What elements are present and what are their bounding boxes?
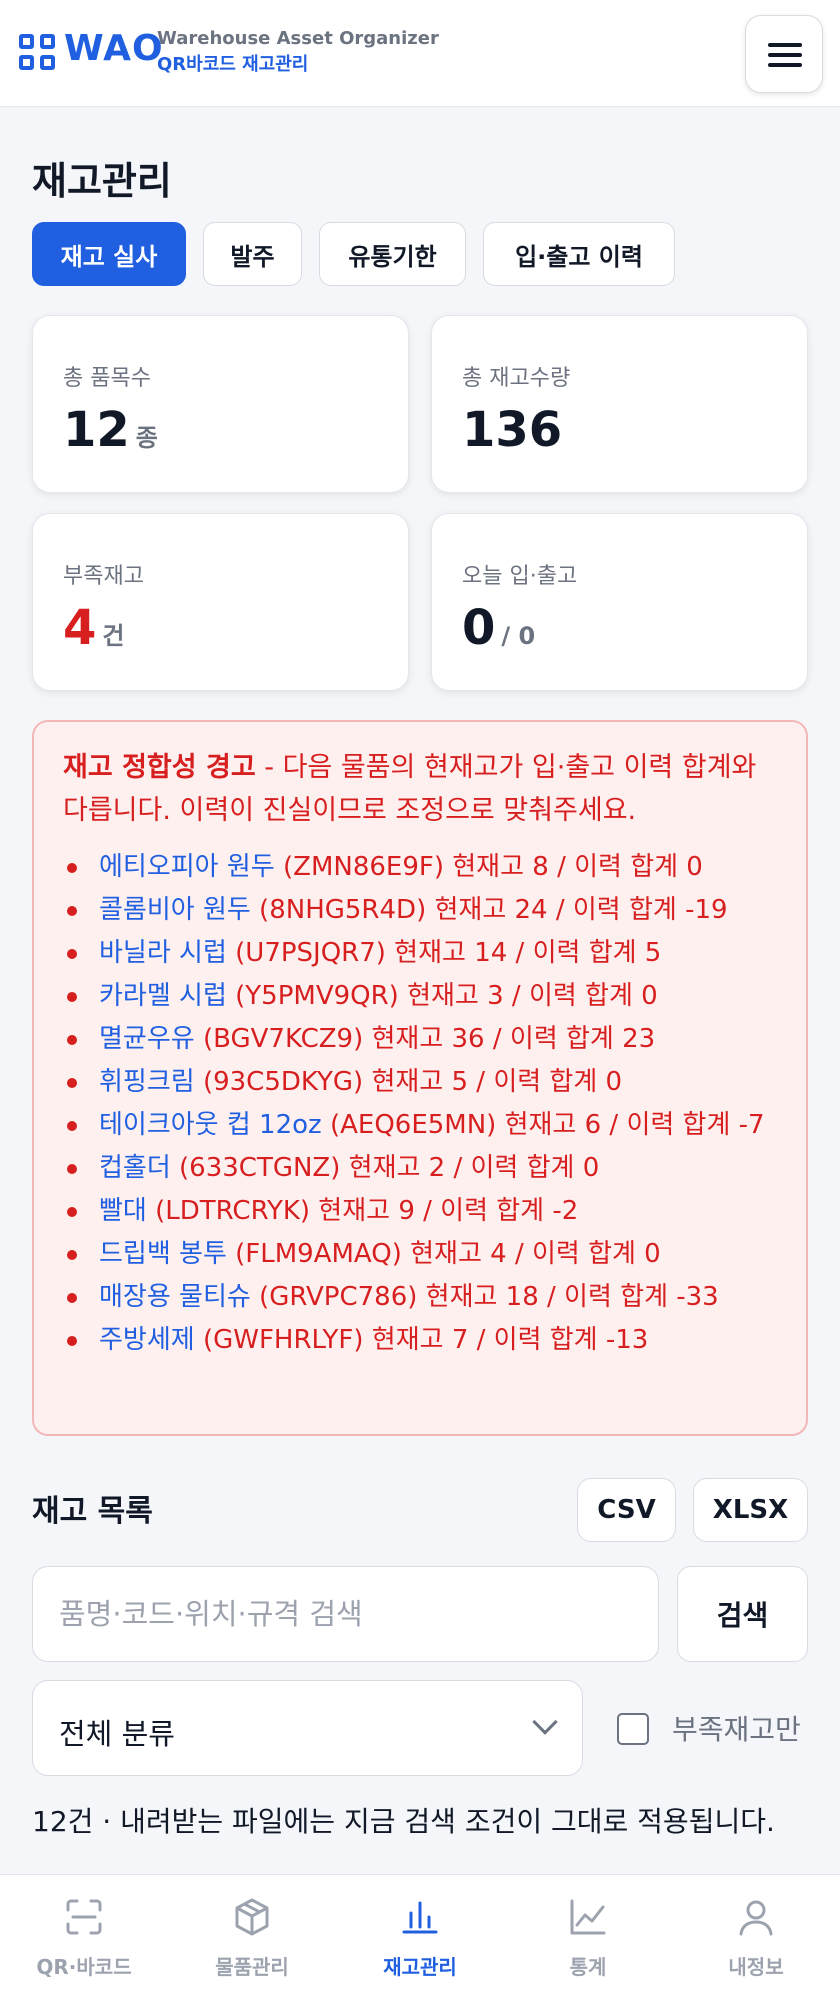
nav-item-qr-barcode[interactable]: QR·바코드 <box>0 1875 168 2000</box>
category-select-value: 전체 분류 <box>59 1717 175 1751</box>
tab-inventory-audit[interactable]: 재고 실사 <box>32 222 186 286</box>
alert-item-link[interactable]: 카라멜 시럽 <box>99 981 227 1011</box>
hamburger-menu-icon <box>768 43 802 47</box>
bottom-navigation: QR·바코드 물품관리 재고관리 통계 내정보 <box>0 1874 840 2000</box>
alert-title: 재고 정합성 경고 <box>63 752 256 783</box>
nav-label: QR·바코드 <box>36 1955 132 1979</box>
alert-item: 빨대 (LDTRCRYK) 현재고 9 / 이력 합계 -2 <box>63 1190 783 1233</box>
hamburger-menu-button[interactable] <box>745 15 823 93</box>
stat-card-today-io: 오늘 입·출고 0/ 0 <box>431 513 808 691</box>
alert-item-link[interactable]: 드립백 봉투 <box>99 1239 227 1269</box>
stat-value: 4건 <box>63 600 125 656</box>
alert-item: 콜롬비아 원두 (8NHG5R4D) 현재고 24 / 이력 합계 -19 <box>63 889 783 932</box>
nav-item-my-info[interactable]: 내정보 <box>672 1875 840 2000</box>
alert-item-link[interactable]: 컵홀더 <box>99 1153 171 1183</box>
alert-item-link[interactable]: 매장용 물티슈 <box>99 1282 251 1312</box>
alert-item: 멸균우유 (BGV7KCZ9) 현재고 36 / 이력 합계 23 <box>63 1018 783 1061</box>
integrity-warning-alert: 재고 정합성 경고 - 다음 물품의 현재고가 입·출고 이력 합계와 다릅니다… <box>32 720 808 1436</box>
result-count-text: 12건 · 내려받는 파일에는 지금 검색 조건이 그대로 적용됩니다. <box>32 1805 775 1838</box>
alert-message: 재고 정합성 경고 - 다음 물품의 현재고가 입·출고 이력 합계와 다릅니다… <box>63 752 757 826</box>
csv-download-button[interactable]: CSV <box>577 1478 676 1542</box>
logo-text: WAO <box>64 28 164 69</box>
app-header: WAO Warehouse Asset Organizer QR바코드 재고관리 <box>0 0 840 107</box>
low-stock-only-label[interactable]: 부족재고만 <box>672 1708 801 1748</box>
tab-order[interactable]: 발주 <box>203 222 302 286</box>
chevron-down-icon <box>532 1709 558 1735</box>
nav-label: 물품관리 <box>215 1955 289 1979</box>
xlsx-download-button[interactable]: XLSX <box>693 1478 808 1542</box>
line-chart-icon <box>570 1899 606 1935</box>
stat-value: 12 종 <box>63 402 158 458</box>
nav-item-items[interactable]: 물품관리 <box>168 1875 336 2000</box>
search-button[interactable]: 검색 <box>677 1566 808 1662</box>
alert-item: 카라멜 시럽 (Y5PMV9QR) 현재고 3 / 이력 합계 0 <box>63 975 783 1018</box>
alert-item-link[interactable]: 에티오피아 원두 <box>99 852 275 882</box>
alert-item: 휘핑크림 (93C5DKYG) 현재고 5 / 이력 합계 0 <box>63 1061 783 1104</box>
stat-card-total-items: 총 품목수 12 종 <box>32 315 409 493</box>
nav-label: 재고관리 <box>383 1955 457 1979</box>
stat-card-total-qty: 총 재고수량 136 <box>431 315 808 493</box>
inventory-section-title: 재고 목록 <box>32 1494 153 1529</box>
bar-chart-icon <box>402 1901 438 1934</box>
alert-item-link[interactable]: 휘핑크림 <box>99 1067 195 1097</box>
alert-item: 주방세제 (GWFHRLYF) 현재고 7 / 이력 합계 -13 <box>63 1319 783 1362</box>
box-icon <box>235 1898 269 1936</box>
stat-label: 부족재고 <box>63 564 144 589</box>
nav-item-statistics[interactable]: 통계 <box>504 1875 672 2000</box>
alert-item-list: 에티오피아 원두 (ZMN86E9F) 현재고 8 / 이력 합계 0 콜롬비아… <box>63 846 783 1362</box>
page-title: 재고관리 <box>32 159 172 203</box>
nav-label: 내정보 <box>728 1955 784 1979</box>
alert-item-link[interactable]: 콜롬비아 원두 <box>99 895 251 925</box>
alert-item: 테이크아웃 컵 12oz (AEQ6E5MN) 현재고 6 / 이력 합계 -7 <box>63 1104 783 1147</box>
stat-label: 총 재고수량 <box>462 366 571 391</box>
qr-scan-icon <box>66 1899 102 1935</box>
tab-io-history[interactable]: 입·출고 이력 <box>483 222 675 286</box>
alert-item-link[interactable]: 주방세제 <box>99 1325 195 1355</box>
tab-expiry[interactable]: 유통기한 <box>319 222 466 286</box>
stat-card-low-stock: 부족재고 4건 <box>32 513 409 691</box>
nav-label: 통계 <box>569 1955 607 1979</box>
alert-item-link[interactable]: 바닐라 시럽 <box>99 938 227 968</box>
logo-subtitle-ko: QR바코드 재고관리 <box>157 54 309 75</box>
search-input[interactable] <box>32 1566 659 1662</box>
alert-item: 에티오피아 원두 (ZMN86E9F) 현재고 8 / 이력 합계 0 <box>63 846 783 889</box>
alert-item-link[interactable]: 테이크아웃 컵 12oz <box>99 1110 322 1140</box>
user-icon <box>739 1900 773 1936</box>
alert-item-link[interactable]: 멸균우유 <box>99 1024 195 1054</box>
alert-item: 바닐라 시럽 (U7PSJQR7) 현재고 14 / 이력 합계 5 <box>63 932 783 975</box>
alert-item: 드립백 봉투 (FLM9AMAQ) 현재고 4 / 이력 합계 0 <box>63 1233 783 1276</box>
category-select[interactable]: 전체 분류 <box>32 1680 583 1776</box>
alert-item: 매장용 물티슈 (GRVPC786) 현재고 18 / 이력 합계 -33 <box>63 1276 783 1319</box>
stat-label: 오늘 입·출고 <box>462 564 578 589</box>
stat-value: 136 <box>462 402 563 458</box>
alert-item-link[interactable]: 빨대 <box>99 1196 147 1226</box>
alert-item: 컵홀더 (633CTGNZ) 현재고 2 / 이력 합계 0 <box>63 1147 783 1190</box>
stat-label: 총 품목수 <box>63 366 151 391</box>
low-stock-only-checkbox[interactable] <box>617 1713 649 1745</box>
nav-item-inventory[interactable]: 재고관리 <box>336 1875 504 2000</box>
stat-value: 0/ 0 <box>462 600 536 656</box>
logo-subtitle-en: Warehouse Asset Organizer <box>157 28 439 49</box>
logo-grid-icon <box>19 34 57 72</box>
